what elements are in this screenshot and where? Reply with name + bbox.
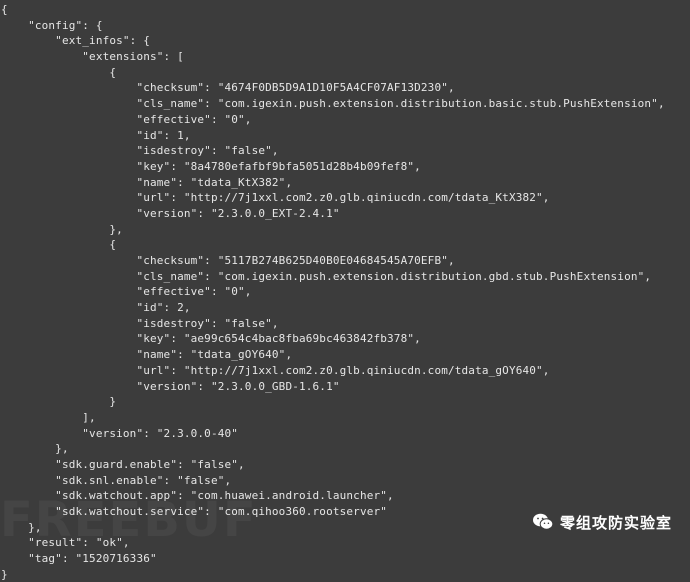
code-line-text: "url": "http://7j1xxl.com2.z0.glb.qiniuc… [1, 363, 550, 377]
code-line: "sdk.watchout.app": "com.huawei.android.… [1, 488, 665, 504]
code-line: "config": { [1, 18, 665, 34]
code-line: } [1, 394, 665, 410]
code-line: }, [1, 222, 665, 238]
code-line: }, [1, 441, 665, 457]
code-line-text: "isdestroy": "false", [1, 316, 279, 330]
code-line: "sdk.snl.enable": "false", [1, 473, 665, 489]
code-line-text: } [1, 395, 117, 409]
code-line-text: "version": "2.3.0.0_EXT-2.4.1" [1, 206, 340, 220]
code-line-text: "sdk.guard.enable": "false", [1, 457, 245, 471]
terminal-window: { "config": { "ext_infos": { "extensions… [0, 0, 690, 581]
code-line: "cls_name": "com.igexin.push.extension.d… [1, 96, 665, 112]
code-line: } [1, 567, 665, 582]
code-line-text: "version": "2.3.0.0_GBD-1.6.1" [1, 379, 340, 393]
code-line-text: "key": "8a4780efafbf9bfa5051d28b4b09fef8… [1, 159, 421, 173]
code-line: "sdk.guard.enable": "false", [1, 457, 665, 473]
code-line-text: "effective": "0", [1, 285, 252, 299]
code-line: "isdestroy": "false", [1, 143, 665, 159]
code-line-text: "cls_name": "com.igexin.push.extension.d… [1, 97, 665, 111]
code-line-text: } [1, 567, 8, 581]
code-line: "cls_name": "com.igexin.push.extension.d… [1, 269, 665, 285]
code-line: "result": "ok", [1, 535, 665, 551]
code-line-text: "checksum": "4674F0DB5D9A1D10F5A4CF07AF1… [1, 81, 455, 95]
code-line-text: { [1, 65, 117, 79]
code-line-text: "cls_name": "com.igexin.push.extension.d… [1, 269, 652, 283]
code-line-text: { [1, 3, 8, 16]
code-line-text: "config": { [1, 18, 103, 32]
code-line: { [1, 2, 665, 18]
code-line-text: "version": "2.3.0.0-40" [1, 426, 239, 440]
code-line-text: }, [1, 520, 42, 534]
code-line: "checksum": "5117B274B625D40B0E04684545A… [1, 253, 665, 269]
code-line: "url": "http://7j1xxl.com2.z0.glb.qiniuc… [1, 363, 665, 379]
code-line: "version": "2.3.0.0_EXT-2.4.1" [1, 206, 665, 222]
code-line: "url": "http://7j1xxl.com2.z0.glb.qiniuc… [1, 190, 665, 206]
code-line: { [1, 237, 665, 253]
code-line-text: "key": "ae99c654c4bac8fba69bc463842fb378… [1, 332, 421, 346]
code-line-text: { [1, 238, 117, 252]
code-line-text: }, [1, 442, 69, 456]
code-line-text: "tag": "1520716336" [1, 552, 157, 566]
code-line-text: "name": "tdata_KtX382", [1, 175, 293, 189]
code-line-text: "effective": "0", [1, 112, 252, 126]
code-line: "id": 2, [1, 300, 665, 316]
code-line-text: "name": "tdata_gOY640", [1, 348, 293, 362]
brand-label: 零组攻防实验室 [559, 513, 672, 532]
code-line-text: "isdestroy": "false", [1, 144, 279, 158]
json-code-block: { "config": { "ext_infos": { "extensions… [1, 2, 665, 582]
code-line: "checksum": "4674F0DB5D9A1D10F5A4CF07AF1… [1, 80, 665, 96]
code-line: "extensions": [ [1, 49, 665, 65]
code-line: "key": "8a4780efafbf9bfa5051d28b4b09fef8… [1, 159, 665, 175]
code-line-text: "id": 1, [1, 128, 191, 142]
code-line: "tag": "1520716336" [1, 551, 665, 567]
code-line-text: "result": "ok", [1, 536, 130, 550]
code-line: "ext_infos": { [1, 33, 665, 49]
code-line: "effective": "0", [1, 284, 665, 300]
code-line-text: }, [1, 222, 123, 236]
code-line-text: "id": 2, [1, 301, 191, 315]
code-line-text: "sdk.snl.enable": "false", [1, 473, 232, 487]
code-line: "name": "tdata_gOY640", [1, 347, 665, 363]
code-line-text: "sdk.watchout.app": "com.huawei.android.… [1, 489, 394, 503]
code-line-text: "extensions": [ [1, 50, 184, 64]
code-line: "key": "ae99c654c4bac8fba69bc463842fb378… [1, 331, 665, 347]
code-line-text: "url": "http://7j1xxl.com2.z0.glb.qiniuc… [1, 191, 550, 205]
code-line-text: "sdk.watchout.service": "com.qihoo360.ro… [1, 505, 388, 518]
wechat-brand-watermark: 零组攻防实验室 [532, 509, 672, 535]
code-line: ], [1, 410, 665, 426]
code-line: "id": 1, [1, 128, 665, 144]
code-line: "version": "2.3.0.0_GBD-1.6.1" [1, 379, 665, 395]
code-line-text: ], [1, 410, 96, 424]
wechat-icon [532, 513, 554, 530]
code-line-text: "ext_infos": { [1, 34, 150, 48]
code-line: "version": "2.3.0.0-40" [1, 426, 665, 442]
code-line: "isdestroy": "false", [1, 316, 665, 332]
code-line: "name": "tdata_KtX382", [1, 175, 665, 191]
code-line-text: "checksum": "5117B274B625D40B0E04684545A… [1, 254, 455, 267]
code-line: { [1, 65, 665, 81]
code-line: "effective": "0", [1, 112, 665, 128]
